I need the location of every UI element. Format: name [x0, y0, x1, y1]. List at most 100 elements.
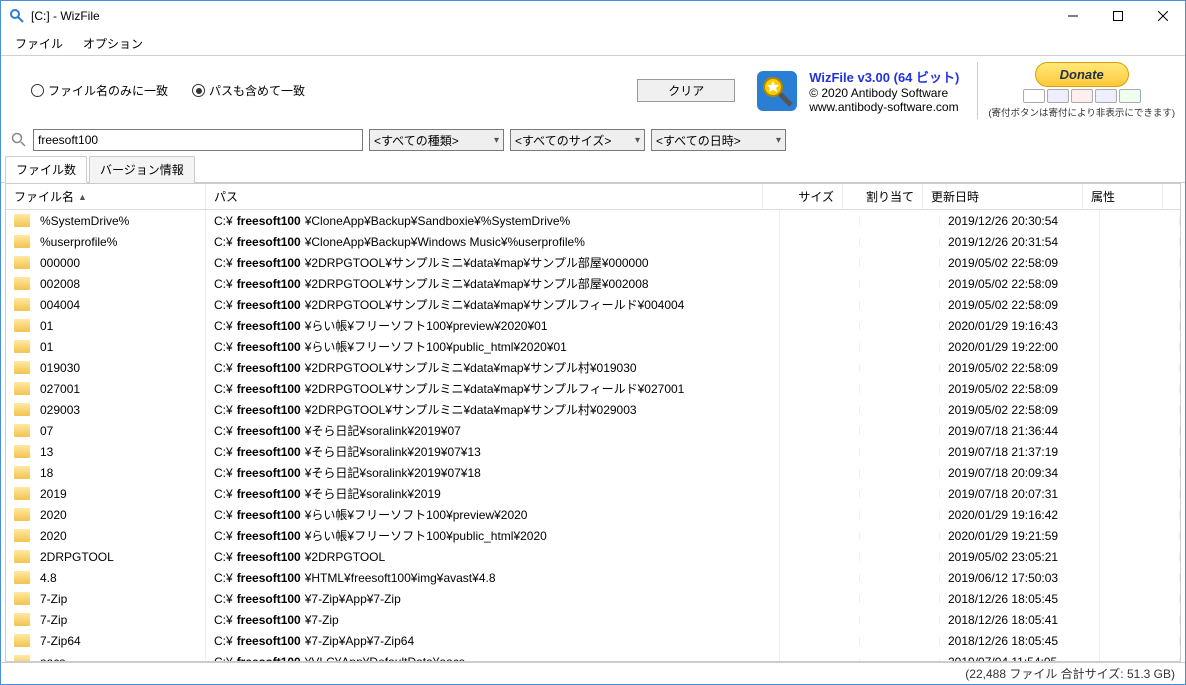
cell-path: C:¥freesoft100¥CloneApp¥Backup¥Sandboxie…	[206, 210, 780, 232]
table-row[interactable]: 002008C:¥freesoft100¥2DRPGTOOL¥サンプルミニ¥da…	[6, 273, 1180, 294]
folder-icon	[14, 214, 30, 227]
col-name[interactable]: ファイル名▲	[6, 184, 206, 209]
cell-size	[780, 259, 860, 267]
cell-attr	[1100, 322, 1180, 330]
cell-attr	[1100, 343, 1180, 351]
table-row[interactable]: aacsC:¥freesoft100¥VLC¥App¥DefaultData¥a…	[6, 651, 1180, 661]
cell-alloc	[860, 364, 940, 372]
table-row[interactable]: 7-ZipC:¥freesoft100¥7-Zip2018/12/26 18:0…	[6, 609, 1180, 630]
table-row[interactable]: 029003C:¥freesoft100¥2DRPGTOOL¥サンプルミニ¥da…	[6, 399, 1180, 420]
window-title: [C:] - WizFile	[31, 9, 1050, 23]
cell-attr	[1100, 301, 1180, 309]
table-row[interactable]: 2020C:¥freesoft100¥らい帳¥フリーソフト100¥preview…	[6, 504, 1180, 525]
col-size[interactable]: サイズ	[763, 184, 843, 209]
table-row[interactable]: 13C:¥freesoft100¥そら日記¥soralink¥2019¥07¥1…	[6, 441, 1180, 462]
cell-attr	[1100, 385, 1180, 393]
tab-version[interactable]: バージョン情報	[89, 156, 195, 183]
titlebar: [C:] - WizFile	[1, 1, 1185, 31]
cell-date: 2019/07/18 20:09:34	[940, 462, 1100, 484]
menu-file[interactable]: ファイル	[5, 33, 73, 54]
table-row[interactable]: 027001C:¥freesoft100¥2DRPGTOOL¥サンプルミニ¥da…	[6, 378, 1180, 399]
dropdown-size[interactable]: <すべてのサイズ>▾	[510, 129, 645, 151]
cell-size	[780, 511, 860, 519]
cell-date: 2020/01/29 19:21:59	[940, 525, 1100, 547]
cell-alloc	[860, 448, 940, 456]
folder-icon	[14, 298, 30, 311]
cell-attr	[1100, 595, 1180, 603]
cell-size	[780, 406, 860, 414]
cell-size	[780, 343, 860, 351]
table-row[interactable]: 2DRPGTOOLC:¥freesoft100¥2DRPGTOOL2019/05…	[6, 546, 1180, 567]
dropdown-kind[interactable]: <すべての種類>▾	[369, 129, 504, 151]
maximize-button[interactable]	[1095, 1, 1140, 31]
cell-alloc	[860, 427, 940, 435]
cell-alloc	[860, 658, 940, 662]
folder-icon	[14, 382, 30, 395]
table-row[interactable]: %userprofile%C:¥freesoft100¥CloneApp¥Bac…	[6, 231, 1180, 252]
cell-attr	[1100, 217, 1180, 225]
cell-attr	[1100, 532, 1180, 540]
cell-name: 4.8	[40, 571, 57, 585]
file-list: ファイル名▲ パス サイズ 割り当て 更新日時 属性 %SystemDrive%…	[5, 183, 1181, 662]
minimize-button[interactable]	[1050, 1, 1095, 31]
folder-icon	[14, 487, 30, 500]
table-row[interactable]: 2020C:¥freesoft100¥らい帳¥フリーソフト100¥public_…	[6, 525, 1180, 546]
cell-name: aacs	[40, 655, 65, 662]
table-row[interactable]: 2019C:¥freesoft100¥そら日記¥soralink¥2019201…	[6, 483, 1180, 504]
cell-name: 000000	[40, 256, 80, 270]
close-button[interactable]	[1140, 1, 1185, 31]
table-row[interactable]: 4.8C:¥freesoft100¥HTML¥freesoft100¥img¥a…	[6, 567, 1180, 588]
folder-icon	[14, 445, 30, 458]
table-row[interactable]: 7-ZipC:¥freesoft100¥7-Zip¥App¥7-Zip2018/…	[6, 588, 1180, 609]
radio-label-text: パスも含めて一致	[209, 82, 305, 99]
clear-button[interactable]: クリア	[637, 79, 735, 102]
cell-date: 2019/05/02 22:58:09	[940, 252, 1100, 274]
cell-size	[780, 490, 860, 498]
dropdown-date[interactable]: <すべての日時>▾	[651, 129, 786, 151]
cell-name: 7-Zip64	[40, 634, 81, 648]
folder-icon	[14, 592, 30, 605]
folder-icon	[14, 319, 30, 332]
cell-attr	[1100, 574, 1180, 582]
table-row[interactable]: 07C:¥freesoft100¥そら日記¥soralink¥2019¥0720…	[6, 420, 1180, 441]
col-attr[interactable]: 属性	[1083, 184, 1163, 209]
folder-icon	[14, 613, 30, 626]
table-row[interactable]: %SystemDrive%C:¥freesoft100¥CloneApp¥Bac…	[6, 210, 1180, 231]
table-row[interactable]: 18C:¥freesoft100¥そら日記¥soralink¥2019¥07¥1…	[6, 462, 1180, 483]
menu-options[interactable]: オプション	[73, 33, 153, 54]
col-path[interactable]: パス	[206, 184, 763, 209]
donate-button[interactable]: Donate	[1035, 62, 1129, 87]
cell-alloc	[860, 595, 940, 603]
cell-size	[780, 427, 860, 435]
search-row: <すべての種類>▾ <すべてのサイズ>▾ <すべての日時>▾	[1, 125, 1185, 155]
cell-date: 2019/05/02 23:05:21	[940, 546, 1100, 568]
cell-size	[780, 469, 860, 477]
payment-cards	[1023, 89, 1141, 103]
col-alloc[interactable]: 割り当て	[843, 184, 923, 209]
cell-name: %userprofile%	[40, 235, 117, 249]
radio-include-path[interactable]: パスも含めて一致	[192, 82, 305, 99]
tab-files[interactable]: ファイル数	[5, 156, 87, 183]
table-row[interactable]: 01C:¥freesoft100¥らい帳¥フリーソフト100¥preview¥2…	[6, 315, 1180, 336]
folder-icon	[14, 361, 30, 374]
list-header: ファイル名▲ パス サイズ 割り当て 更新日時 属性	[6, 184, 1180, 210]
folder-icon	[14, 235, 30, 248]
card-bank-icon	[1119, 89, 1141, 103]
table-row[interactable]: 019030C:¥freesoft100¥2DRPGTOOL¥サンプルミニ¥da…	[6, 357, 1180, 378]
table-row[interactable]: 01C:¥freesoft100¥らい帳¥フリーソフト100¥public_ht…	[6, 336, 1180, 357]
search-input[interactable]	[33, 129, 363, 151]
cell-attr	[1100, 280, 1180, 288]
cell-size	[780, 553, 860, 561]
cell-alloc	[860, 511, 940, 519]
card-amex-icon	[1095, 89, 1117, 103]
table-row[interactable]: 004004C:¥freesoft100¥2DRPGTOOL¥サンプルミニ¥da…	[6, 294, 1180, 315]
col-scrollbar-spacer	[1163, 184, 1180, 209]
col-date[interactable]: 更新日時	[923, 184, 1083, 209]
card-visa-icon	[1047, 89, 1069, 103]
list-body[interactable]: %SystemDrive%C:¥freesoft100¥CloneApp¥Bac…	[6, 210, 1180, 661]
cell-name: 13	[40, 445, 53, 459]
table-row[interactable]: 000000C:¥freesoft100¥2DRPGTOOL¥サンプルミニ¥da…	[6, 252, 1180, 273]
cell-size	[780, 364, 860, 372]
radio-filename-only[interactable]: ファイル名のみに一致	[31, 82, 168, 99]
table-row[interactable]: 7-Zip64C:¥freesoft100¥7-Zip¥App¥7-Zip642…	[6, 630, 1180, 651]
